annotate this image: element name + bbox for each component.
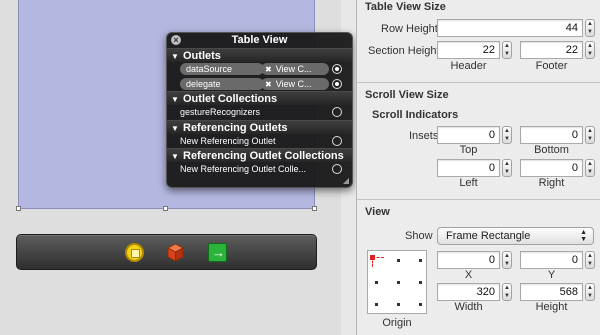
new-referencing-outlet-collection-row: New Referencing Outlet Colle... <box>167 162 352 177</box>
section-divider <box>357 82 600 83</box>
hud-titlebar: × Table View <box>167 33 352 48</box>
section-footer-stepper[interactable]: ▲ ▼ <box>585 41 595 59</box>
connection-circle-icon[interactable] <box>332 64 342 74</box>
frame-y-field[interactable]: 0 <box>520 251 583 269</box>
insets-label: Insets <box>409 130 439 142</box>
show-popup-button[interactable]: Frame Rectangle ▲ ▼ <box>437 227 594 245</box>
origin-dot[interactable] <box>419 259 422 262</box>
footer-caption: Footer <box>535 60 568 72</box>
header-caption: Header <box>450 60 487 72</box>
outlet-row-delegate: delegate ✖ View C... <box>167 77 352 92</box>
outlet-target[interactable]: ✖ View C... <box>261 77 329 90</box>
origin-caption: Origin <box>382 317 412 329</box>
view-section-title: View <box>365 206 390 218</box>
exit-icon[interactable] <box>208 243 227 262</box>
frame-x-stepper[interactable]: ▲ ▼ <box>502 251 512 269</box>
outlets-section-header[interactable]: ▼ Outlets <box>167 48 352 62</box>
new-referencing-outlet-label: New Referencing Outlet <box>180 135 276 146</box>
remove-connection-icon[interactable]: ✖ <box>265 80 272 89</box>
resize-handle-bottom-left[interactable] <box>16 206 21 211</box>
new-referencing-outlet-row: New Referencing Outlet <box>167 134 352 149</box>
x-caption: X <box>464 269 473 281</box>
y-caption: Y <box>547 269 556 281</box>
width-caption: Width <box>454 301 483 313</box>
bottom-caption: Bottom <box>534 144 569 156</box>
connection-circle-icon[interactable] <box>332 164 342 174</box>
close-icon[interactable]: × <box>171 35 181 45</box>
section-footer-height-field[interactable]: 22 <box>520 41 583 59</box>
row-height-label: Row Height <box>381 23 438 35</box>
outlet-target[interactable]: ✖ View C... <box>261 63 329 75</box>
origin-dot[interactable] <box>375 281 378 284</box>
show-selected-value: Frame Rectangle <box>446 230 531 242</box>
view-controller-cube-icon[interactable] <box>166 243 185 262</box>
top-caption: Top <box>459 144 478 156</box>
inset-left-field[interactable]: 0 <box>437 159 500 177</box>
remove-connection-icon[interactable]: ✖ <box>265 65 272 74</box>
height-caption: Height <box>535 301 568 313</box>
section-height-label: Section Height <box>368 45 440 57</box>
origin-dot[interactable] <box>419 303 422 306</box>
outlet-name: delegate <box>180 77 264 90</box>
section-header-height-field[interactable]: 22 <box>437 41 500 59</box>
show-label: Show <box>405 230 433 242</box>
first-responder-icon[interactable] <box>125 243 144 262</box>
referencing-outlets-section-header[interactable]: ▼ Referencing Outlets <box>167 119 352 134</box>
origin-dot[interactable] <box>397 303 400 306</box>
frame-width-stepper[interactable]: ▲ ▼ <box>502 283 512 301</box>
inset-top-field[interactable]: 0 <box>437 126 500 144</box>
frame-height-stepper[interactable]: ▲ ▼ <box>585 283 595 301</box>
scroll-indicators-title: Scroll Indicators <box>372 109 459 121</box>
connection-circle-icon[interactable] <box>332 78 342 89</box>
scroll-view-size-title: Scroll View Size <box>365 89 449 101</box>
scene-dock <box>16 234 317 270</box>
origin-marker-icon <box>370 255 384 267</box>
origin-dot[interactable] <box>419 281 422 284</box>
inset-bottom-stepper[interactable]: ▲ ▼ <box>585 126 595 144</box>
row-height-field[interactable]: 44 <box>437 19 583 37</box>
inset-top-stepper[interactable]: ▲ ▼ <box>502 126 512 144</box>
new-referencing-outlet-collection-label: New Referencing Outlet Colle... <box>180 164 307 174</box>
connections-hud: × Table View ▼ Outlets dataSource ✖ View C… <box>166 32 353 188</box>
resize-grip-icon[interactable]: ◢ <box>343 176 349 185</box>
hud-title: Table View <box>231 34 288 46</box>
inset-left-stepper[interactable]: ▲ ▼ <box>502 159 512 177</box>
row-height-stepper[interactable]: ▲ ▼ <box>585 19 595 37</box>
frame-width-field[interactable]: 320 <box>437 283 500 301</box>
frame-y-stepper[interactable]: ▲ ▼ <box>585 251 595 269</box>
section-divider <box>357 199 600 200</box>
origin-dot[interactable] <box>397 259 400 262</box>
popup-arrows-icon: ▲ ▼ <box>580 229 587 243</box>
outlet-collections-section-header[interactable]: ▼ Outlet Collections <box>167 91 352 105</box>
outlet-collection-name: gestureRecognizers <box>180 107 261 117</box>
origin-selector[interactable] <box>367 250 427 314</box>
size-inspector: Table View Size Row Height 44 ▲ ▼ Section… <box>356 0 600 335</box>
referencing-outlet-collections-section-header[interactable]: ▼ Referencing Outlet Collections <box>167 148 352 162</box>
right-caption: Right <box>538 177 565 189</box>
section-header-stepper[interactable]: ▲ ▼ <box>502 41 512 59</box>
inset-right-stepper[interactable]: ▲ ▼ <box>585 159 595 177</box>
inset-bottom-field[interactable]: 0 <box>520 126 583 144</box>
inset-right-field[interactable]: 0 <box>520 159 583 177</box>
resize-handle-bottom-right[interactable] <box>312 206 317 211</box>
frame-height-field[interactable]: 568 <box>520 283 583 301</box>
outlet-collection-row: gestureRecognizers <box>167 105 352 120</box>
origin-dot[interactable] <box>375 303 378 306</box>
frame-x-field[interactable]: 0 <box>437 251 500 269</box>
connection-circle-icon[interactable] <box>332 107 342 117</box>
left-caption: Left <box>459 177 478 189</box>
origin-dot[interactable] <box>397 281 400 284</box>
outlet-row-datasource: dataSource ✖ View C... <box>167 62 352 77</box>
resize-handle-bottom[interactable] <box>163 206 168 211</box>
outlet-name: dataSource <box>180 63 264 75</box>
connection-circle-icon[interactable] <box>332 135 342 146</box>
table-view-size-title: Table View Size <box>365 1 446 13</box>
